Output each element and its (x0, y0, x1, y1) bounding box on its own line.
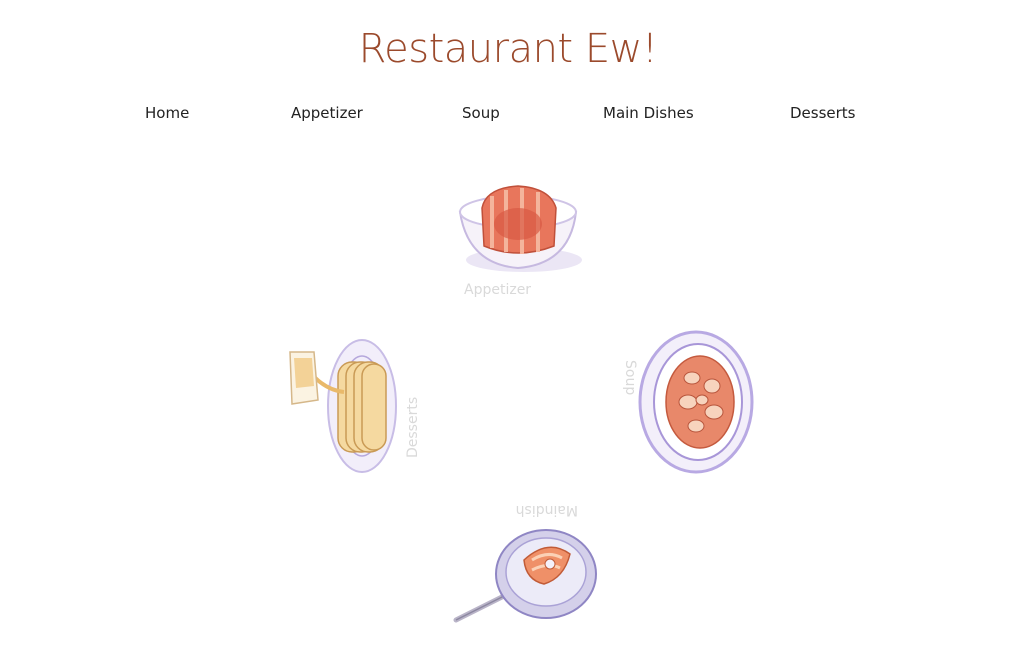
appetizer-bowl-icon (458, 185, 582, 272)
nav-appetizer[interactable]: Appetizer (291, 104, 363, 122)
maindish-label: Maindish (515, 502, 578, 518)
site-title: Restaurant Ew! (358, 26, 658, 72)
appetizer-label: Appetizer (464, 282, 532, 298)
nav-desserts[interactable]: Desserts (790, 104, 856, 122)
dish-soup[interactable]: Soup (622, 328, 754, 476)
dish-desserts[interactable]: Desserts (288, 330, 428, 480)
dish-appetizer[interactable]: Appetizer (446, 168, 594, 308)
nav-home[interactable]: Home (145, 104, 189, 122)
nav-main-dishes[interactable]: Main Dishes (603, 104, 694, 122)
desserts-label: Desserts (405, 396, 421, 458)
soup-label: Soup (622, 360, 638, 396)
soup-plate-icon (638, 330, 754, 474)
main-nav: Home Appetizer Soup Main Dishes Desserts (0, 104, 1016, 126)
page: Restaurant Ew! Home Appetizer Soup Main … (0, 0, 1016, 652)
pancake-stack-icon (289, 339, 397, 473)
fish-pan-icon (453, 529, 597, 623)
nav-soup[interactable]: Soup (462, 104, 500, 122)
dish-maindish[interactable]: Maindish (452, 498, 602, 630)
